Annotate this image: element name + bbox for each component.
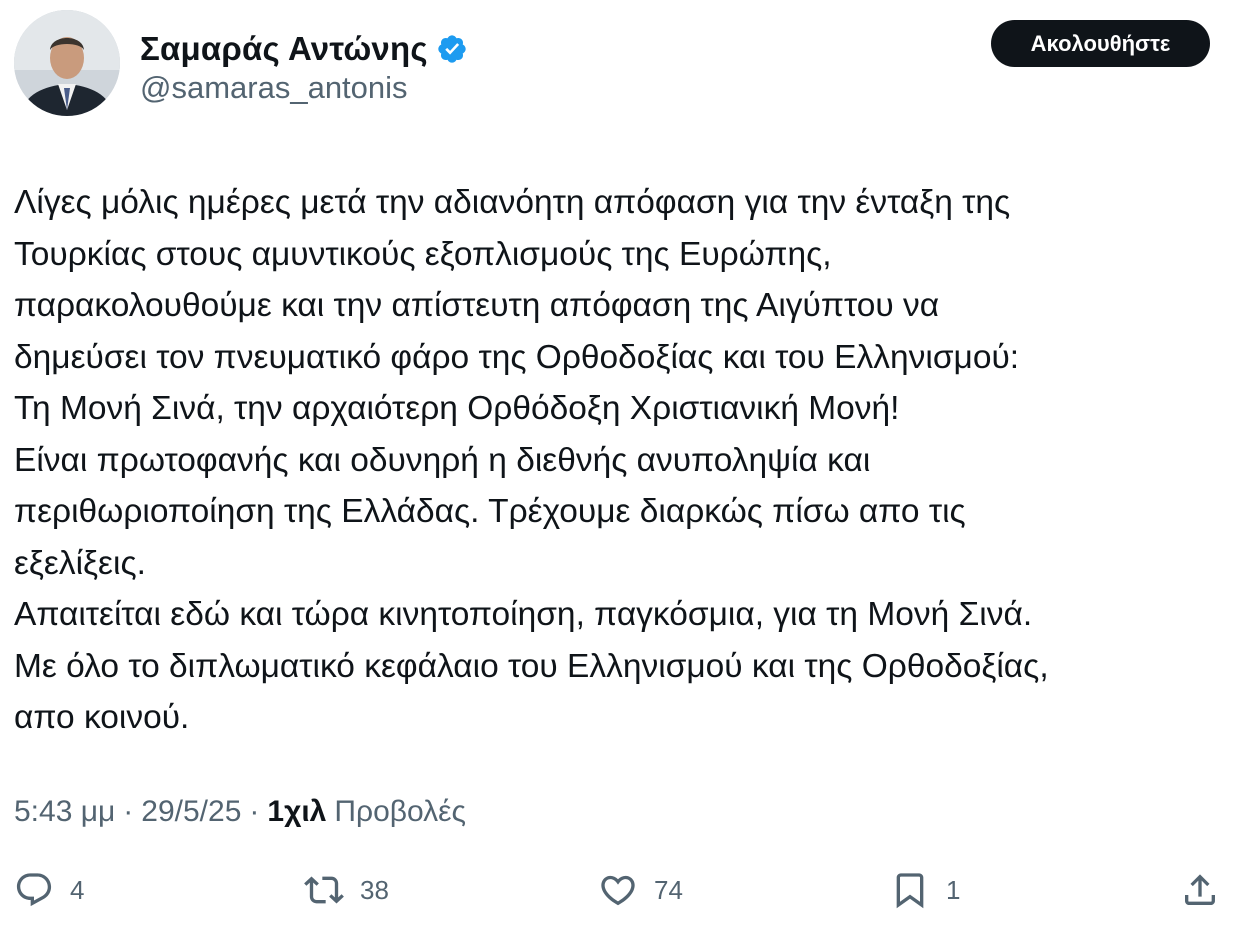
avatar[interactable] bbox=[14, 10, 120, 116]
repost-button[interactable]: 38 bbox=[304, 862, 389, 918]
tweet-text-line: περιθωριοποίηση της Ελλάδας. Τρέχουμε δι… bbox=[14, 493, 966, 530]
tweet-text-line: εξελίξεις. bbox=[14, 544, 146, 582]
meta-separator: · bbox=[249, 795, 260, 828]
tweet-text-line: Λίγες μόλις ημέρες μετά την αδιανόητη απ… bbox=[14, 184, 1011, 221]
tweet-text: Λίγες μόλις ημέρες μετά την αδιανόητη απ… bbox=[14, 177, 1224, 744]
heart-icon bbox=[601, 875, 635, 906]
tweet-text-line: Τη Μονή Σινά, την αρχαιότερη Ορθόδοξη Χρ… bbox=[14, 390, 900, 427]
like-count: 74 bbox=[654, 874, 683, 905]
tweet-date[interactable]: 29/5/25 bbox=[141, 795, 241, 829]
reply-button[interactable]: 4 bbox=[14, 862, 84, 918]
views-label: Προβολές bbox=[334, 795, 466, 828]
bookmark-button[interactable]: 1 bbox=[890, 862, 960, 918]
tweet-text-line: Με όλο το διπλωματικό κεφάλαιο του Ελλην… bbox=[14, 647, 1049, 685]
meta-separator: · bbox=[123, 795, 134, 828]
share-button[interactable] bbox=[1180, 862, 1220, 918]
tweet-text-line: Είναι πρωτοφανής και οδυνηρή η διεθνής α… bbox=[14, 441, 871, 479]
repost-icon bbox=[304, 876, 344, 904]
reply-icon bbox=[16, 873, 52, 907]
reply-count: 4 bbox=[70, 874, 85, 905]
follow-button[interactable]: Ακολουθήστε bbox=[991, 20, 1210, 67]
bookmark-icon bbox=[896, 873, 924, 909]
tweet-header: Σαμαράς Αντώνης @samaras_antonis Ακολουθ… bbox=[14, 10, 1222, 118]
repost-count: 38 bbox=[360, 874, 389, 905]
tweet-meta: 5:43 μμ · 29/5/25 · 1χιλ Προβολές bbox=[14, 795, 466, 829]
tweet-text-line: δημεύσει τον πνευματικό φάρο της Ορθοδοξ… bbox=[14, 338, 1020, 376]
verified-badge-icon bbox=[436, 33, 468, 65]
author-display-name[interactable]: Σαμαράς Αντώνης bbox=[140, 30, 428, 68]
tweet-text-line: απο κοινού. bbox=[14, 699, 190, 736]
author-name-row: Σαμαράς Αντώνης bbox=[140, 30, 468, 68]
tweet-actions: 4 38 74 1 bbox=[14, 862, 1224, 918]
views-count: 1χιλ bbox=[267, 795, 327, 828]
bookmark-count: 1 bbox=[946, 874, 961, 905]
tweet-text-line: παρακολουθούμε και την απίστευτη απόφαση… bbox=[14, 287, 940, 324]
author-handle[interactable]: @samaras_antonis bbox=[140, 70, 408, 106]
tweet-text-line: Τουρκίας στους αμυντικούς εξοπλισμούς τη… bbox=[14, 235, 832, 273]
share-icon bbox=[1185, 874, 1215, 905]
like-button[interactable]: 74 bbox=[598, 862, 683, 918]
tweet-time[interactable]: 5:43 μμ bbox=[14, 795, 115, 829]
tweet-text-line: Απαιτείται εδώ και τώρα κινητοποίηση, πα… bbox=[14, 596, 1033, 633]
